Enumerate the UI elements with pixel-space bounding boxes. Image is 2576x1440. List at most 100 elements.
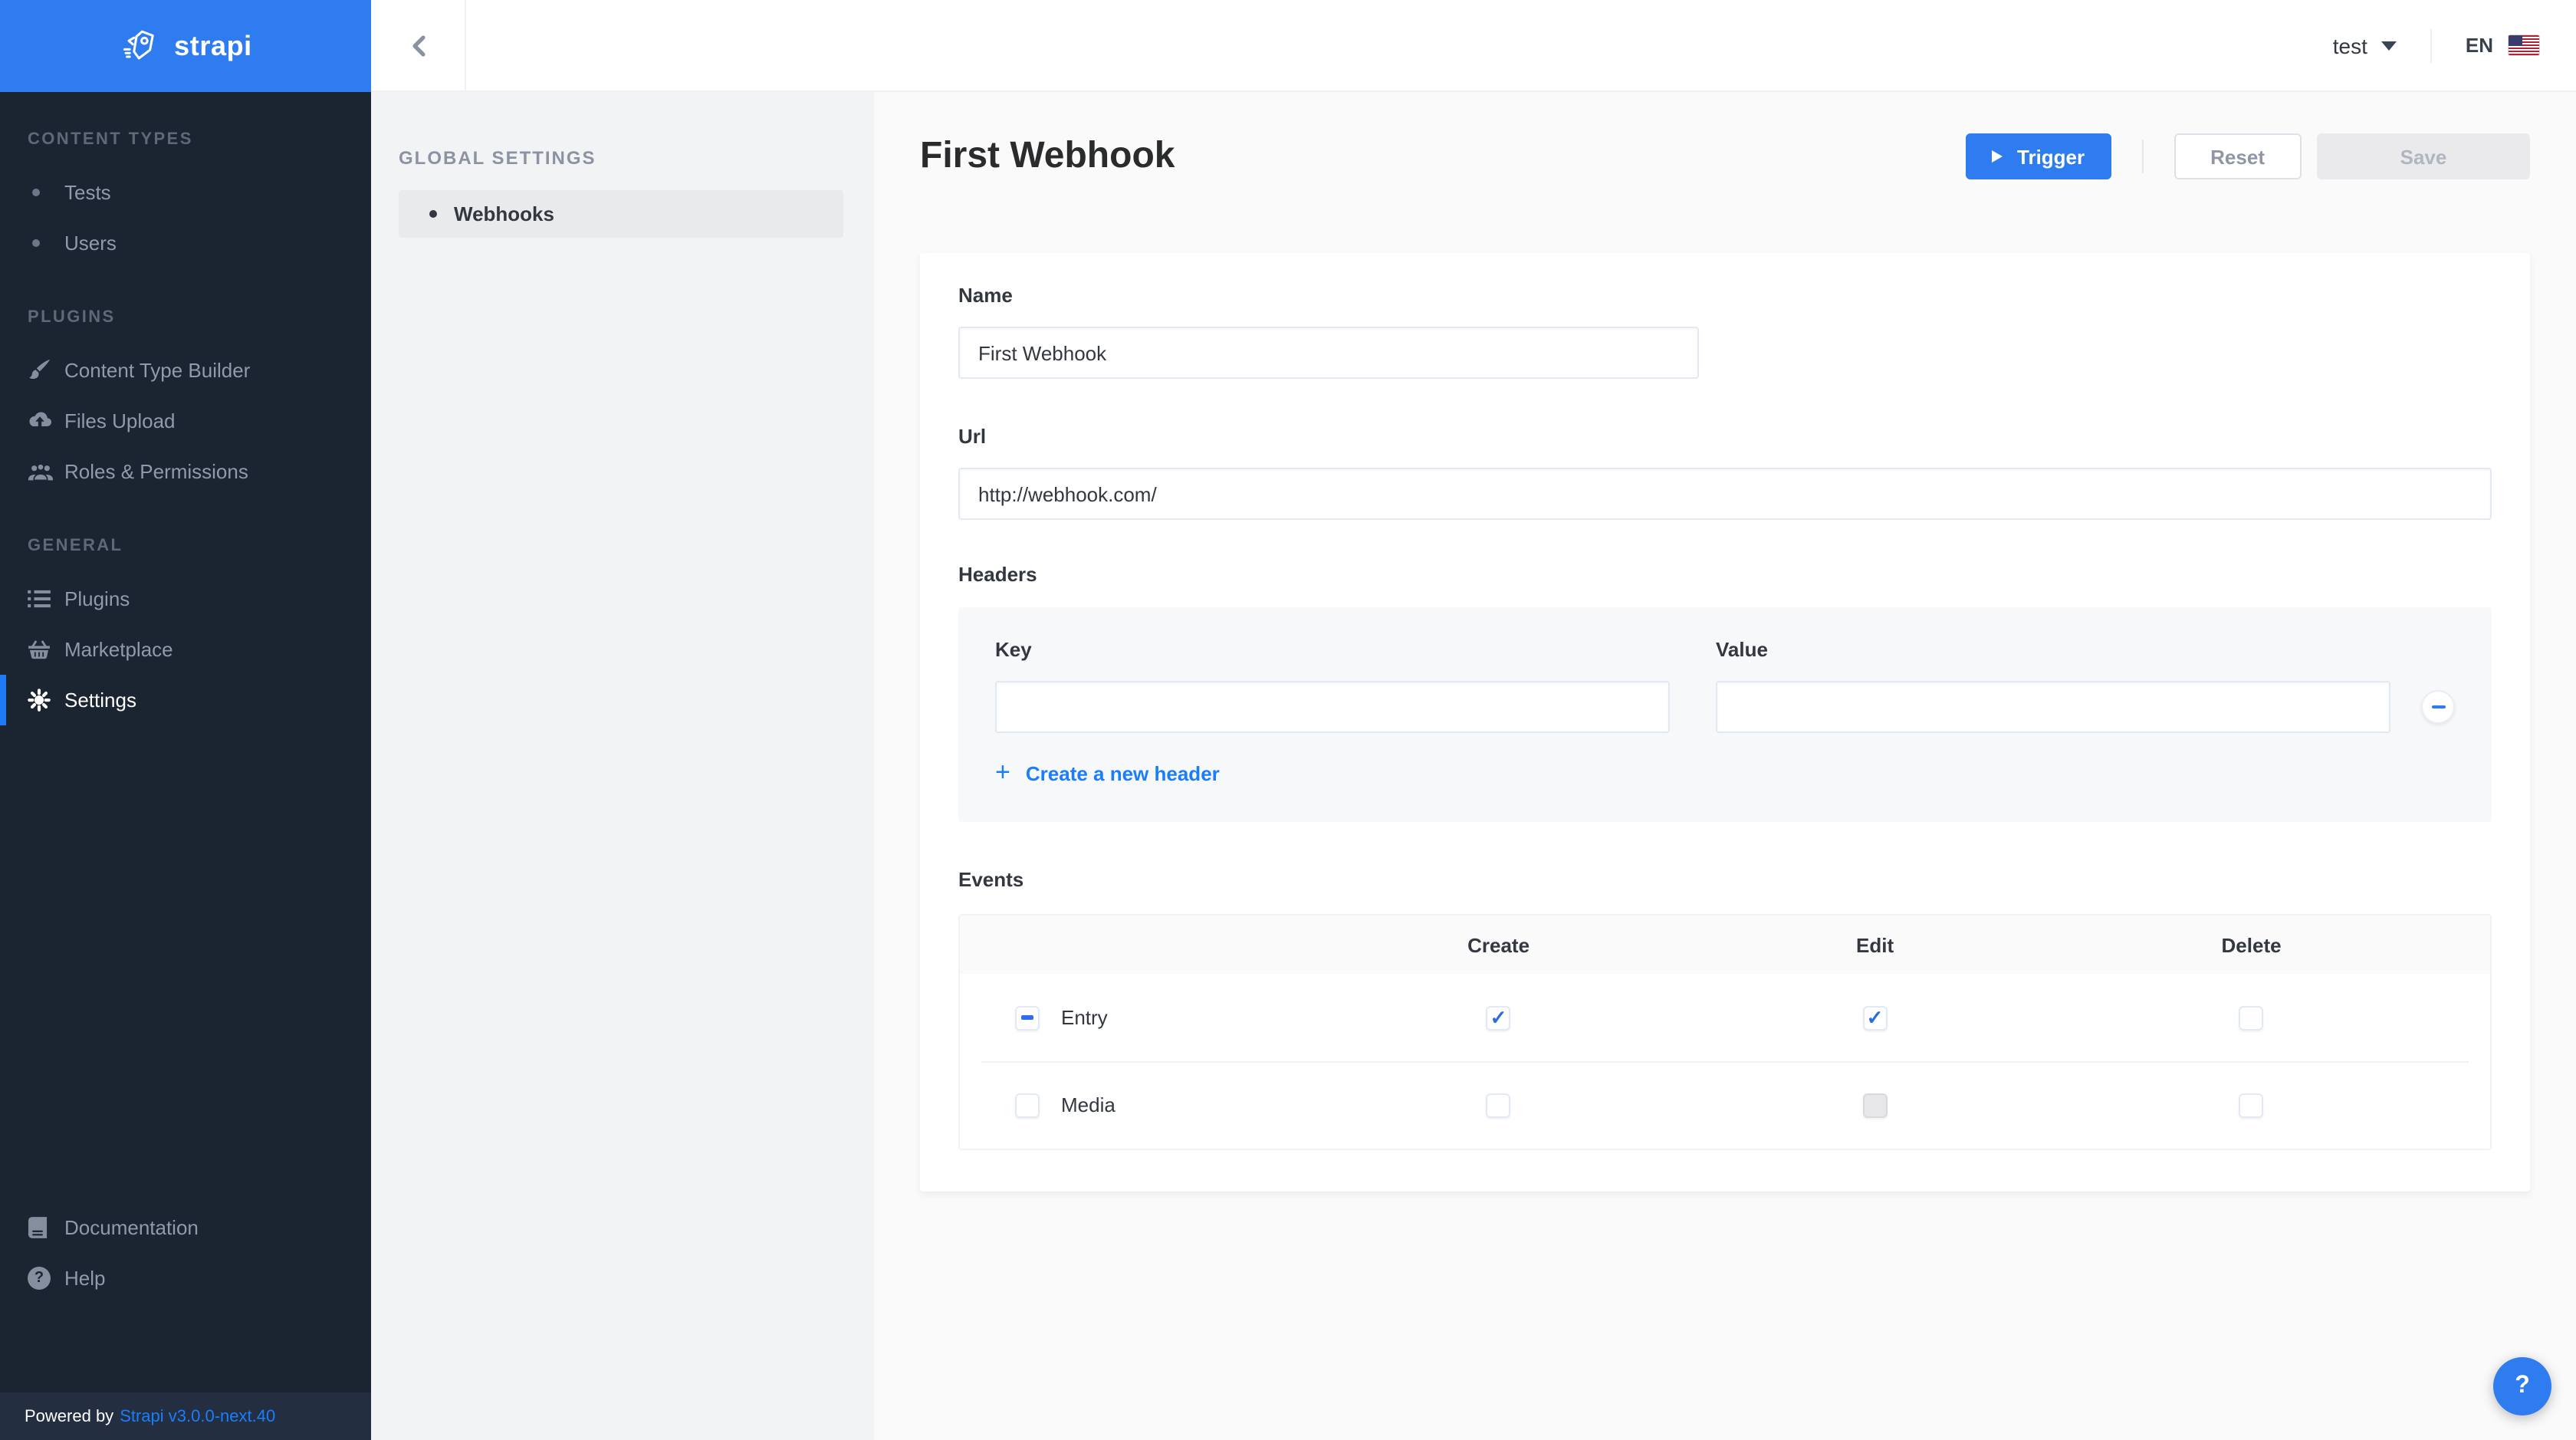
value-label: Value [1716,638,1768,661]
sidebar-item-content-type-builder[interactable]: Content Type Builder [0,345,371,396]
save-button[interactable]: Save [2317,133,2530,179]
headers-panel: Key Value + Create a new header [958,607,2492,822]
settings-item-webhooks[interactable]: Webhooks [399,190,843,238]
media-name-cell: Media [960,1093,1310,1117]
entry-row-label: Entry [1061,1006,1108,1029]
bullet-icon [28,189,64,196]
sidebar-item-users[interactable]: Users [0,218,371,268]
section-title: GENERAL [28,537,123,555]
section-general: GENERAL Plugins Marketplace Settings [0,534,371,725]
key-label: Key [995,638,1032,661]
name-label: Name [958,284,1013,307]
remove-header-button[interactable] [2421,690,2455,724]
user-name: test [2332,33,2367,58]
main-content: First Webhook Trigger Reset Save Name Fi… [874,92,2576,1440]
header-value-input[interactable] [1716,681,2390,733]
trigger-button[interactable]: Trigger [1965,133,2111,179]
section-title: PLUGINS [28,308,116,327]
strapi-version-link[interactable]: Strapi v3.0.0-next.40 [120,1407,275,1425]
topbar-divider [2430,28,2432,62]
entry-create-cell [1310,1005,1687,1030]
locale-code: EN [2465,34,2493,57]
bullet-icon [28,239,64,247]
strapi-logo[interactable]: strapi [0,0,371,92]
media-create-cell [1310,1093,1687,1117]
sidebar-item-settings[interactable]: Settings [0,675,371,725]
page-header: First Webhook Trigger Reset Save [920,132,2530,181]
section-plugins: PLUGINS Content Type Builder Files Uploa… [0,305,371,497]
url-label: Url [958,425,987,448]
play-icon [1991,150,2002,163]
page-title: First Webhook [920,135,1175,176]
entry-name-cell: Entry [960,1005,1310,1030]
events-label: Events [958,868,1024,891]
events-col-edit: Edit [1856,933,1894,956]
headers-label: Headers [958,563,1037,586]
section-title: CONTENT TYPES [28,130,193,149]
events-col-delete: Delete [2221,933,2282,956]
book-icon [28,1216,64,1239]
url-input[interactable] [958,468,2492,520]
sidebar-item-marketplace[interactable]: Marketplace [0,624,371,675]
events-table: Create Edit Delete Entry ✓ ✓ Media [958,914,2492,1150]
headers-kv-row [995,681,2455,733]
header-key-input[interactable] [995,681,1670,733]
sidebar-item-help[interactable]: ? Help [0,1253,371,1304]
media-edit-cell [1687,1093,2063,1117]
topbar: test EN [371,0,2576,92]
headers-kv-labels: Key Value [995,638,2455,662]
media-delete-checkbox[interactable] [2239,1093,2264,1117]
back-button[interactable] [371,0,466,90]
global-settings-title: GLOBAL SETTINGS [399,147,596,169]
media-edit-checkbox[interactable] [1862,1093,1888,1117]
events-col-create: Create [1467,933,1530,956]
section-content-types: CONTENT TYPES Tests Users [0,127,371,268]
list-icon [28,589,64,609]
name-field-wrap [958,327,1699,379]
bullet-icon [429,210,437,218]
events-table-header: Create Edit Delete [960,916,2490,974]
plus-icon: + [995,758,1010,787]
locale-switcher[interactable]: EN [2466,34,2539,57]
sidebar-menu: CONTENT TYPES Tests Users PLUGINS Conten… [0,92,371,1202]
sidebar-item-plugins[interactable]: Plugins [0,574,371,624]
entry-edit-checkbox[interactable] [1862,1005,1888,1030]
media-delete-cell [2063,1093,2440,1117]
sidebar-item-documentation[interactable]: Documentation [0,1202,371,1253]
sidebar: strapi CONTENT TYPES Tests Users PLUGINS [0,0,371,1440]
brand-name: strapi [174,30,252,61]
chevron-left-icon [407,33,429,58]
sidebar-bottom-links: Documentation ? Help [0,1202,371,1304]
global-settings-panel: GLOBAL SETTINGS Webhooks [371,92,874,1440]
powered-by-text: Powered by [25,1407,114,1425]
users-icon [28,462,64,482]
minus-icon [2431,705,2445,708]
powered-by-footer: Powered by Strapi v3.0.0-next.40 [0,1392,371,1440]
reset-button[interactable]: Reset [2174,133,2302,179]
entry-delete-checkbox[interactable] [2239,1005,2264,1030]
sidebar-item-files-upload[interactable]: Files Upload [0,396,371,446]
entry-row-checkbox[interactable] [1015,1005,1040,1030]
actions-divider [2141,140,2144,173]
strapi-rocket-icon [119,26,159,66]
entry-delete-cell [2063,1005,2440,1030]
name-input[interactable] [958,327,1699,379]
strapi-admin-app: strapi CONTENT TYPES Tests Users PLUGINS [0,0,2576,1440]
events-row-entry: Entry [960,974,2490,1061]
help-fab-button[interactable]: ? [2493,1357,2551,1415]
sidebar-item-roles-permissions[interactable]: Roles & Permissions [0,446,371,497]
paintbrush-icon [28,359,64,382]
add-header-link[interactable]: + Create a new header [995,758,2455,787]
sidebar-item-tests[interactable]: Tests [0,167,371,218]
media-row-checkbox[interactable] [1015,1093,1040,1117]
gear-icon [28,689,64,712]
entry-create-checkbox[interactable] [1486,1005,1511,1030]
cloud-upload-icon [28,411,64,431]
media-create-checkbox[interactable] [1486,1093,1511,1117]
url-field-wrap [958,468,2492,520]
webhook-form-card: Name Url Headers Key Value [920,253,2530,1192]
user-dropdown[interactable]: test [2333,33,2397,58]
events-row-media: Media [960,1061,2490,1149]
header-actions: Trigger Reset Save [1965,133,2530,179]
chevron-down-icon [2380,41,2397,50]
